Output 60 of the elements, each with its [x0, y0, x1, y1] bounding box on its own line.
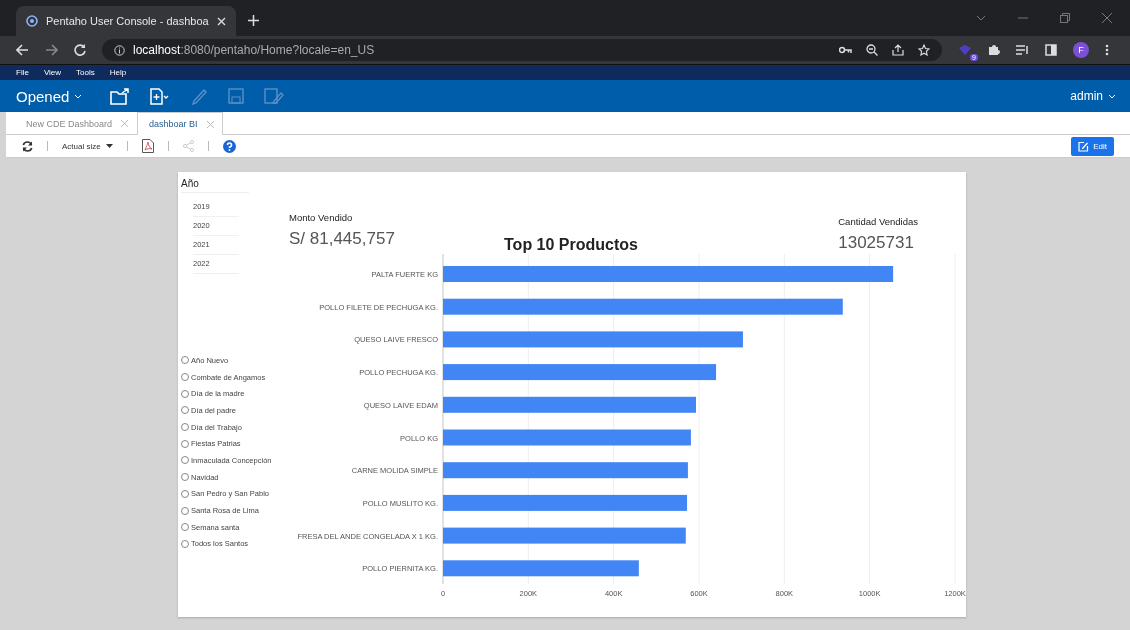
playlist-icon[interactable] [1016, 44, 1029, 56]
side-panel-icon[interactable] [1045, 44, 1057, 56]
info-icon [114, 44, 125, 56]
bar[interactable] [443, 429, 691, 446]
menu-item[interactable]: Help [109, 68, 127, 77]
bar[interactable] [443, 364, 717, 381]
kpi-label: Cantidad Vendidas [838, 216, 918, 227]
forward-icon[interactable] [45, 44, 58, 56]
bar[interactable] [443, 527, 686, 544]
save-as-icon[interactable] [264, 88, 285, 104]
more-icon[interactable] [1105, 44, 1109, 56]
kpi-value: 13025731 [838, 233, 915, 253]
document-tab[interactable]: dashboar BI [137, 112, 223, 135]
extension-icon[interactable] [958, 44, 972, 56]
bar[interactable] [443, 462, 688, 479]
menu-item[interactable]: File [16, 68, 29, 77]
pdf-icon[interactable] [141, 139, 154, 153]
edit-button[interactable]: Edit [1071, 136, 1114, 156]
document-tab[interactable]: New CDE Dashboard [14, 112, 138, 134]
chevron-down-icon [74, 93, 83, 99]
chart-title: Top 10 Productos [504, 236, 638, 253]
browser-tab-title: Pentaho User Console - dashboa [46, 15, 209, 27]
zoom-dropdown[interactable]: Actual size [62, 141, 113, 151]
reload-icon[interactable] [74, 44, 86, 56]
edit-icon [1078, 140, 1090, 152]
bar[interactable] [443, 560, 639, 577]
bar[interactable] [443, 494, 688, 511]
new-tab-icon[interactable] [248, 15, 259, 26]
chevron-down-icon [1108, 93, 1116, 99]
folder-icon[interactable] [110, 87, 131, 105]
bar[interactable] [443, 298, 843, 315]
menu-item[interactable]: View [43, 68, 62, 77]
bar[interactable] [443, 396, 696, 413]
kpi-value: S/ 81,445,757 [289, 229, 395, 249]
star-icon[interactable] [918, 44, 930, 56]
back-icon[interactable] [16, 44, 29, 56]
caret-icon [105, 144, 113, 148]
bar[interactable] [443, 331, 743, 348]
url-text: localhost:8080/pentaho/Home?locale=en_US [133, 43, 375, 57]
zoom-icon[interactable] [866, 44, 878, 56]
pencil-icon[interactable] [190, 87, 209, 105]
kpi-label: Monto Vendido [289, 212, 354, 223]
chevron-down-icon[interactable] [976, 15, 986, 21]
browser-tab[interactable]: Pentaho User Console - dashboa [16, 6, 236, 36]
user-dropdown[interactable]: admin [1070, 89, 1116, 103]
profile-avatar[interactable]: F [1073, 42, 1089, 58]
puzzle-icon[interactable] [988, 44, 1000, 56]
address-bar[interactable]: localhost:8080/pentaho/Home?locale=en_US [102, 39, 942, 61]
perspective-dropdown[interactable]: Opened [16, 87, 83, 105]
menu-item[interactable]: Tools [76, 68, 95, 77]
key-icon[interactable] [839, 46, 852, 54]
filter-title: Año [181, 178, 249, 193]
new-file-icon[interactable] [150, 87, 171, 105]
share-icon[interactable] [892, 44, 904, 56]
restore-icon[interactable] [1060, 13, 1070, 23]
help-icon[interactable] [222, 139, 236, 153]
save-icon[interactable] [228, 88, 245, 104]
close-icon[interactable] [1102, 13, 1112, 23]
refresh-icon[interactable] [22, 140, 33, 152]
site-icon [26, 15, 38, 27]
